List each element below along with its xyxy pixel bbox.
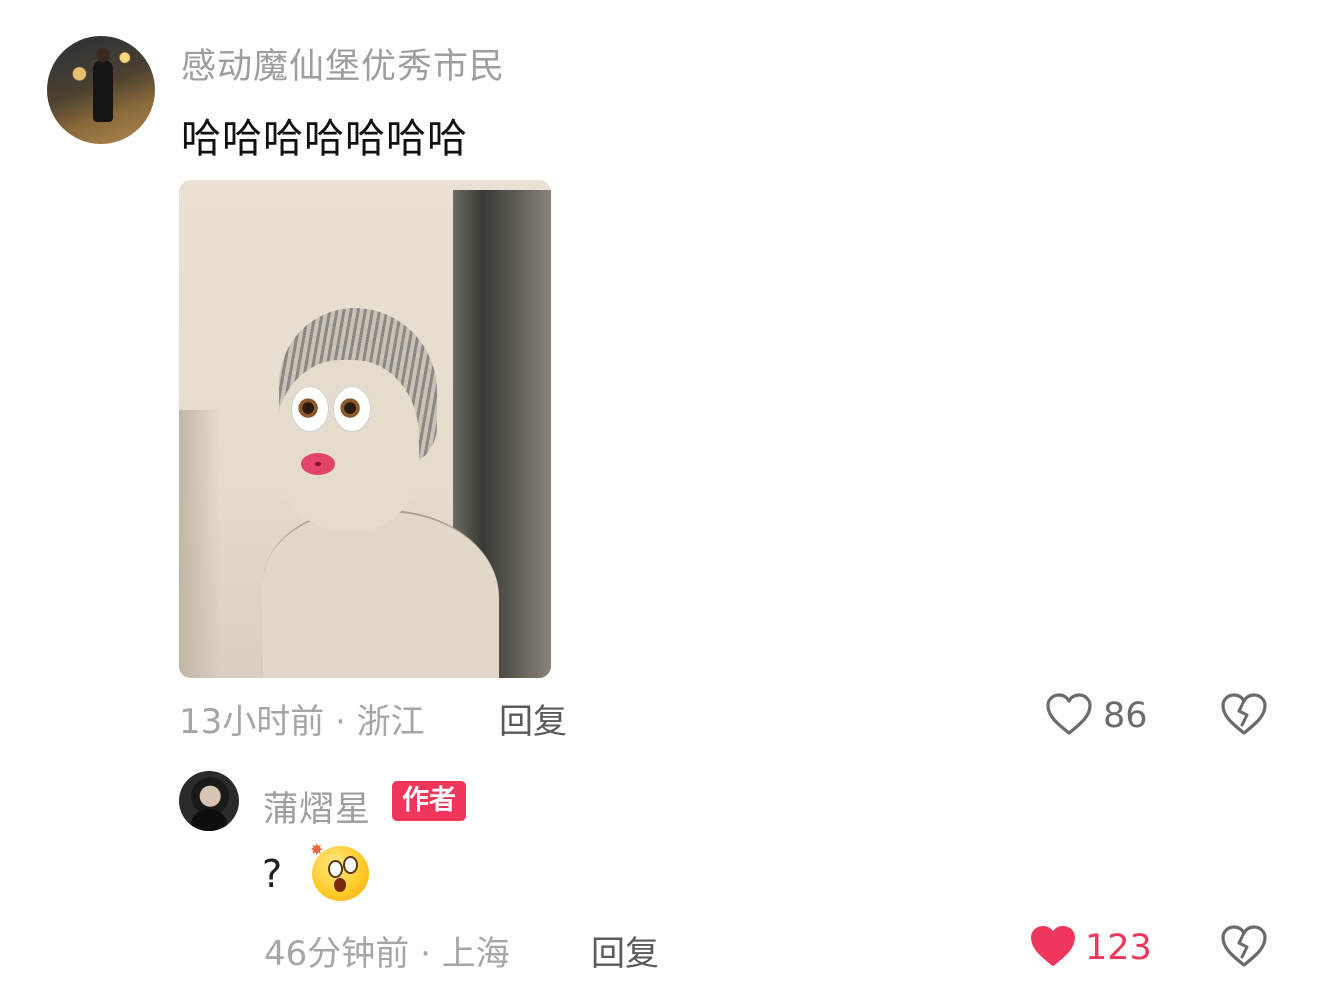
burst-icon: ✸ (310, 840, 324, 859)
image-figure-body (263, 510, 499, 678)
reply-reply-button[interactable]: 回复 (591, 926, 659, 975)
broken-heart-icon (1220, 924, 1268, 968)
comment-image[interactable] (179, 180, 551, 678)
emoji-mouth (334, 878, 346, 892)
emoji-eye-right (343, 856, 358, 874)
reply-like-count: 123 (1085, 928, 1152, 968)
comment-like-count: 86 (1103, 696, 1148, 736)
reply-like-button[interactable] (1029, 924, 1077, 968)
image-figure-face (275, 360, 419, 530)
comment-text: 哈哈哈哈哈哈哈 (181, 116, 468, 162)
reply-text: ? (262, 852, 283, 896)
commenter-username[interactable]: 感动魔仙堡优秀市民 (181, 38, 505, 89)
image-left-shade (179, 410, 219, 678)
comment-reply-button[interactable]: 回复 (499, 694, 567, 743)
comment-like-button[interactable] (1045, 692, 1093, 736)
reply-time-location: 46分钟前 · 上海 (264, 934, 510, 974)
lips-emoji (301, 453, 335, 475)
shocked-face-emoji: ✸ (310, 840, 369, 901)
reply-dislike-button[interactable] (1220, 924, 1268, 968)
comment-time-location: 13小时前 · 浙江 (179, 702, 425, 742)
author-badge: 作者 (392, 781, 466, 821)
author-avatar[interactable] (179, 771, 239, 831)
broken-heart-icon (1220, 692, 1268, 736)
commenter-avatar[interactable] (47, 36, 155, 144)
heart-filled-icon (1029, 924, 1077, 968)
eyes-emoji-right (333, 386, 371, 432)
eyes-emoji-left (291, 386, 329, 432)
emoji-eye-left (328, 860, 343, 878)
heart-icon (1045, 692, 1093, 736)
comment-dislike-button[interactable] (1220, 692, 1268, 736)
avatar-figure (93, 48, 113, 122)
author-username[interactable]: 蒲熠星 (263, 781, 371, 832)
